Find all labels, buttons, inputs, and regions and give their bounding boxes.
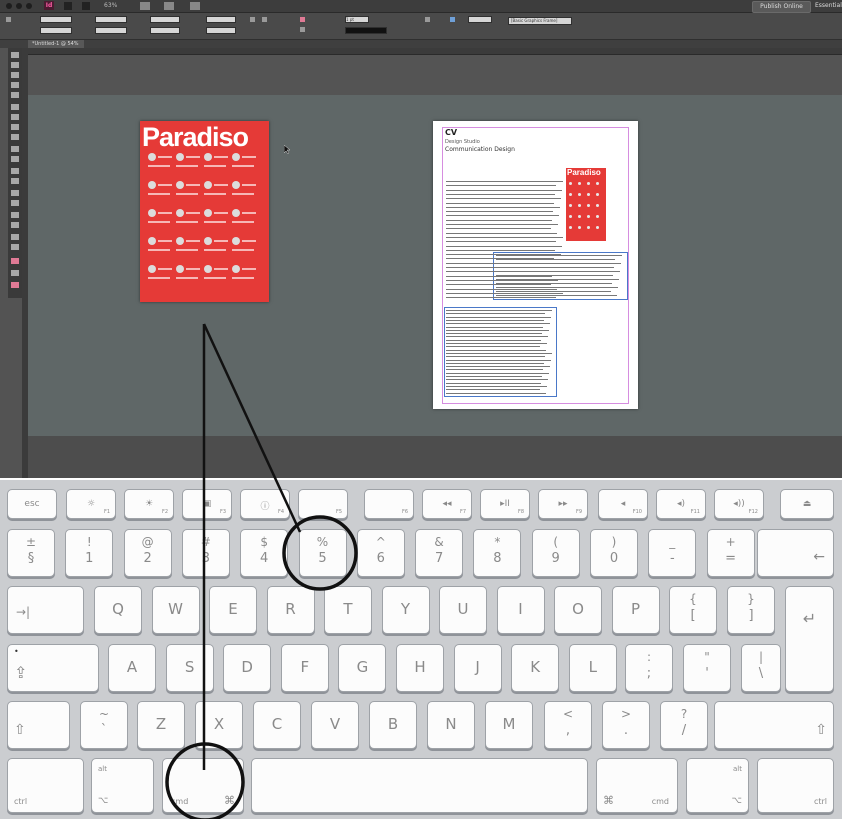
highlight-circle-5-key xyxy=(282,515,358,591)
callout-line-percent xyxy=(202,323,302,533)
annotation-overlay xyxy=(165,323,358,819)
